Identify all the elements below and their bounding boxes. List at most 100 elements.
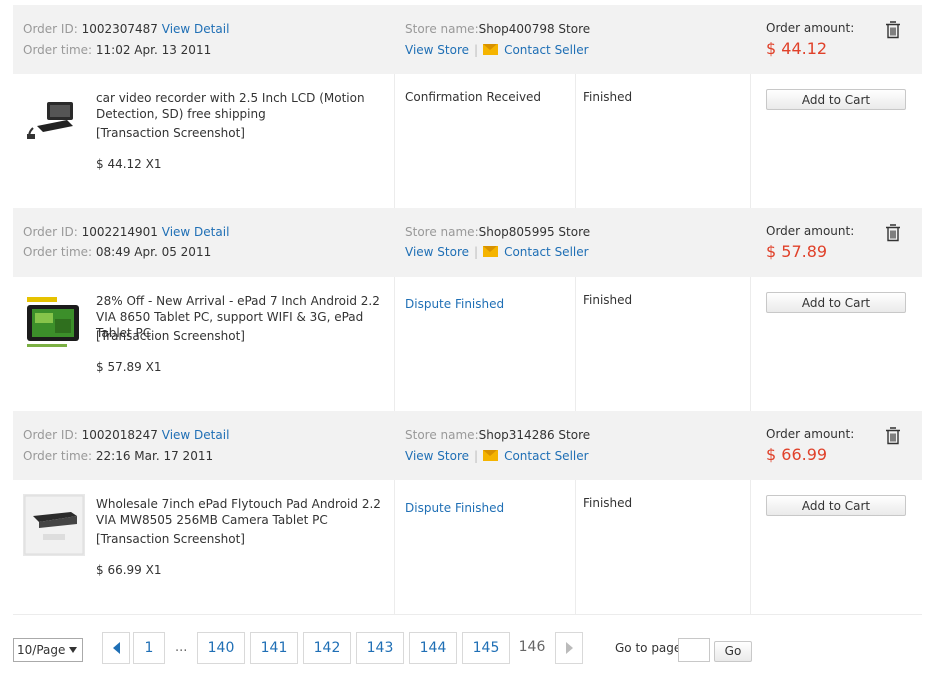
contact-seller-link[interactable]: Contact Seller bbox=[504, 245, 589, 259]
store-name-label: Store name: bbox=[405, 22, 479, 36]
order-amount-value: $ 66.99 bbox=[766, 445, 828, 464]
order-id-value: 1002307487 bbox=[81, 22, 158, 36]
order-state: Finished bbox=[583, 90, 633, 104]
transaction-screenshot-link[interactable]: [Transaction Screenshot] bbox=[96, 532, 245, 546]
current-page: 146 bbox=[518, 639, 546, 655]
view-detail-link[interactable]: View Detail bbox=[162, 428, 230, 442]
page-button[interactable]: 145 bbox=[462, 632, 510, 664]
trash-icon[interactable] bbox=[885, 21, 901, 39]
order-time-label: Order time: bbox=[23, 449, 93, 463]
product-title[interactable]: car video recorder with 2.5 Inch LCD (Mo… bbox=[96, 90, 391, 122]
link-separator: | bbox=[474, 449, 479, 463]
order-amount-label: Order amount: bbox=[766, 21, 855, 35]
product-thumbnail[interactable] bbox=[23, 88, 85, 150]
order-card: Order ID: 1002307487 View Detail Order t… bbox=[13, 5, 922, 208]
add-to-cart-button[interactable]: Add to Cart bbox=[766, 89, 906, 110]
per-page-select[interactable]: 10/Page bbox=[13, 638, 83, 662]
order-body: car video recorder with 2.5 Inch LCD (Mo… bbox=[13, 74, 922, 208]
goto-page-input[interactable] bbox=[678, 638, 710, 662]
column-divider bbox=[750, 277, 751, 411]
order-amount-value: $ 44.12 bbox=[766, 39, 828, 58]
order-id-label: Order ID: bbox=[23, 22, 78, 36]
order-id-label: Order ID: bbox=[23, 225, 78, 239]
page-button[interactable]: 1 bbox=[133, 632, 165, 664]
order-header: Order ID: 1002018247 View Detail Order t… bbox=[13, 411, 922, 480]
column-divider bbox=[750, 74, 751, 208]
view-detail-link[interactable]: View Detail bbox=[162, 22, 230, 36]
page-ellipsis: ... bbox=[175, 640, 188, 655]
page-button[interactable]: 144 bbox=[409, 632, 457, 664]
dispute-status-link[interactable]: Dispute Finished bbox=[405, 501, 504, 515]
store-name-value: Shop805995 Store bbox=[478, 225, 591, 239]
prev-page-button[interactable] bbox=[102, 632, 130, 664]
order-card: Order ID: 1002018247 View Detail Order t… bbox=[13, 411, 922, 614]
order-amount-label: Order amount: bbox=[766, 427, 855, 441]
order-time-label: Order time: bbox=[23, 43, 93, 57]
price-quantity: $ 57.89 X1 bbox=[96, 360, 162, 374]
order-amount-label: Order amount: bbox=[766, 224, 855, 238]
order-header: Order ID: 1002307487 View Detail Order t… bbox=[13, 5, 922, 74]
view-detail-link[interactable]: View Detail bbox=[162, 225, 230, 239]
page-button[interactable]: 143 bbox=[356, 632, 404, 664]
order-state: Finished bbox=[583, 496, 633, 510]
order-time-value: 08:49 Apr. 05 2011 bbox=[95, 245, 212, 259]
column-divider bbox=[394, 480, 395, 614]
order-header: Order ID: 1002214901 View Detail Order t… bbox=[13, 208, 922, 277]
link-separator: | bbox=[474, 245, 479, 259]
order-time-label: Order time: bbox=[23, 245, 93, 259]
next-page-button[interactable] bbox=[555, 632, 583, 664]
add-to-cart-button[interactable]: Add to Cart bbox=[766, 292, 906, 313]
add-to-cart-button[interactable]: Add to Cart bbox=[766, 495, 906, 516]
contact-seller-link[interactable]: Contact Seller bbox=[504, 449, 589, 463]
mail-icon bbox=[483, 450, 499, 461]
mail-icon bbox=[483, 44, 499, 55]
chevron-left-icon bbox=[112, 642, 120, 654]
page-button[interactable]: 141 bbox=[250, 632, 298, 664]
view-store-link[interactable]: View Store bbox=[405, 43, 469, 57]
page-button[interactable]: 142 bbox=[303, 632, 351, 664]
column-divider bbox=[394, 74, 395, 208]
go-button[interactable]: Go bbox=[714, 641, 752, 662]
order-id-value: 1002214901 bbox=[81, 225, 158, 239]
view-store-link[interactable]: View Store bbox=[405, 245, 469, 259]
order-status: Confirmation Received bbox=[405, 90, 542, 104]
store-name-value: Shop400798 Store bbox=[478, 22, 591, 36]
order-card: Order ID: 1002214901 View Detail Order t… bbox=[13, 208, 922, 411]
column-divider bbox=[750, 480, 751, 614]
order-time-value: 22:16 Mar. 17 2011 bbox=[95, 449, 214, 463]
column-divider bbox=[575, 74, 576, 208]
order-body: Wholesale 7inch ePad Flytouch Pad Androi… bbox=[13, 480, 922, 614]
pagination: 10/Page 1 ... 140 141 142 143 144 145 14… bbox=[0, 632, 930, 666]
page-button[interactable]: 140 bbox=[197, 632, 245, 664]
trash-icon[interactable] bbox=[885, 224, 901, 242]
chevron-right-icon bbox=[565, 642, 573, 654]
order-id-value: 1002018247 bbox=[81, 428, 158, 442]
store-name-label: Store name: bbox=[405, 225, 479, 239]
transaction-screenshot-link[interactable]: [Transaction Screenshot] bbox=[96, 126, 245, 140]
price-quantity: $ 66.99 X1 bbox=[96, 563, 162, 577]
link-separator: | bbox=[474, 43, 479, 57]
column-divider bbox=[575, 480, 576, 614]
order-state: Finished bbox=[583, 293, 633, 307]
column-divider bbox=[394, 277, 395, 411]
price-quantity: $ 44.12 X1 bbox=[96, 157, 162, 171]
store-name-label: Store name: bbox=[405, 428, 479, 442]
order-body: 28% Off - New Arrival - ePad 7 Inch Andr… bbox=[13, 277, 922, 411]
product-title-text: car video recorder with 2.5 Inch LCD (Mo… bbox=[96, 91, 365, 121]
dispute-status-link[interactable]: Dispute Finished bbox=[405, 297, 504, 311]
store-name-value: Shop314286 Store bbox=[478, 428, 591, 442]
transaction-screenshot-link[interactable]: [Transaction Screenshot] bbox=[96, 329, 245, 343]
order-amount-value: $ 57.89 bbox=[766, 242, 828, 261]
mail-icon bbox=[483, 246, 499, 257]
product-thumbnail[interactable] bbox=[23, 494, 85, 556]
column-divider bbox=[575, 277, 576, 411]
product-thumbnail[interactable] bbox=[23, 291, 85, 353]
per-page-value: 10/Page bbox=[17, 643, 66, 657]
orders-list: Order ID: 1002307487 View Detail Order t… bbox=[13, 5, 922, 614]
order-time-value: 11:02 Apr. 13 2011 bbox=[95, 43, 212, 57]
view-store-link[interactable]: View Store bbox=[405, 449, 469, 463]
product-title[interactable]: Wholesale 7inch ePad Flytouch Pad Androi… bbox=[96, 496, 391, 528]
dropdown-caret-icon bbox=[69, 647, 77, 653]
trash-icon[interactable] bbox=[885, 427, 901, 445]
contact-seller-link[interactable]: Contact Seller bbox=[504, 43, 589, 57]
